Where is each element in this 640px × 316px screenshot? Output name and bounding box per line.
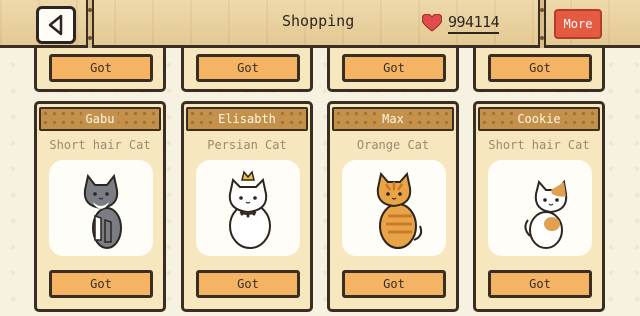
cat-breed: Short hair Cat — [49, 138, 151, 152]
heart-icon — [422, 14, 442, 32]
header-post — [86, 0, 94, 48]
got-button[interactable]: Got — [49, 54, 153, 82]
header-post — [538, 0, 546, 48]
white-crowned-cat-icon — [228, 170, 271, 249]
cat-card: Cookie Short hair Cat Got — [473, 101, 605, 312]
back-button[interactable] — [36, 6, 76, 44]
cat-name-bar: Gabu — [39, 107, 161, 131]
cat-portrait — [49, 160, 153, 256]
got-button[interactable]: Got — [342, 54, 446, 82]
cat-portrait — [488, 160, 592, 256]
cat-portrait — [342, 160, 446, 256]
cat-card: Gabu Short hair Cat Got — [34, 101, 166, 312]
cat-name-bar: Cookie — [478, 107, 600, 131]
back-arrow-icon — [48, 14, 63, 36]
cat-card: Max Orange Cat Got — [327, 101, 459, 312]
cat-name: Elisabth — [214, 112, 280, 126]
got-button[interactable]: Got — [342, 270, 446, 298]
cat-name: Cookie — [513, 112, 565, 126]
got-button[interactable]: Got — [196, 270, 300, 298]
got-button[interactable]: Got — [196, 54, 300, 82]
shop-header: Shopping 994114 More — [0, 0, 640, 48]
got-button[interactable]: Got — [488, 54, 592, 82]
cat-breed: Orange Cat — [356, 138, 430, 152]
cat-name-bar: Elisabth — [186, 107, 308, 131]
got-button[interactable]: Got — [49, 270, 153, 298]
cat-portrait — [196, 160, 300, 256]
cat-name: Max — [378, 112, 408, 126]
page-title: Shopping — [282, 12, 355, 30]
orange-cat-icon — [376, 171, 423, 249]
more-button[interactable]: More — [554, 9, 602, 39]
cat-card: Elisabth Persian Cat Got — [181, 101, 313, 312]
cat-name-bar: Max — [332, 107, 454, 131]
cat-breed: Short hair Cat — [488, 138, 590, 152]
got-button[interactable]: Got — [488, 270, 592, 298]
cat-breed: Persian Cat — [207, 138, 287, 152]
gray-cat-icon — [83, 173, 122, 249]
calico-cat-icon — [524, 179, 568, 249]
currency-amount: 994114 — [448, 13, 500, 34]
cat-name: Gabu — [81, 112, 119, 126]
